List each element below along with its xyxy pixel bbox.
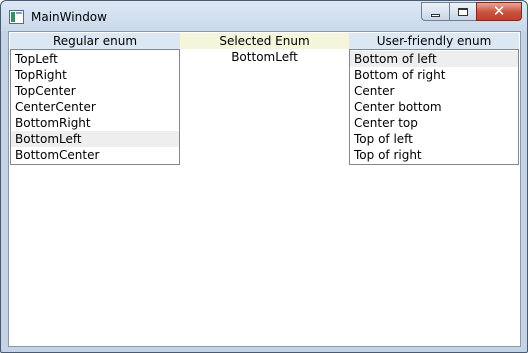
- maximize-button[interactable]: [449, 2, 476, 21]
- user-friendly-enum-column: User-friendly enum Bottom of left Bottom…: [349, 33, 519, 165]
- list-item-selected[interactable]: Bottom of left: [350, 51, 518, 67]
- main-window: MainWindow ✕ Regular enum TopLeft TopRig…: [0, 0, 528, 353]
- list-item[interactable]: Center: [350, 83, 518, 99]
- client-area: Regular enum TopLeft TopRight TopCenter …: [8, 31, 521, 347]
- minimize-icon: [431, 13, 440, 17]
- list-item[interactable]: Top of right: [350, 147, 518, 163]
- list-item[interactable]: BottomCenter: [11, 147, 179, 163]
- selected-enum-header: Selected Enum: [180, 33, 349, 49]
- list-item[interactable]: TopCenter: [11, 83, 179, 99]
- title-bar[interactable]: MainWindow ✕: [1, 1, 527, 31]
- user-friendly-enum-header: User-friendly enum: [349, 33, 519, 49]
- close-button[interactable]: ✕: [476, 2, 522, 21]
- list-item[interactable]: TopLeft: [11, 51, 179, 67]
- window-controls: ✕: [421, 2, 522, 22]
- list-item[interactable]: BottomRight: [11, 115, 179, 131]
- selected-enum-value: BottomLeft: [231, 50, 298, 64]
- selected-enum-column: Selected Enum BottomLeft: [180, 33, 349, 65]
- list-item[interactable]: Center bottom: [350, 99, 518, 115]
- user-friendly-enum-listbox[interactable]: Bottom of left Bottom of right Center Ce…: [349, 49, 519, 165]
- list-item-selected[interactable]: BottomLeft: [11, 131, 179, 147]
- regular-enum-header: Regular enum: [10, 33, 180, 49]
- list-item[interactable]: Top of left: [350, 131, 518, 147]
- app-window-icon: [9, 10, 24, 24]
- regular-enum-listbox[interactable]: TopLeft TopRight TopCenter CenterCenter …: [10, 49, 180, 165]
- regular-enum-column: Regular enum TopLeft TopRight TopCenter …: [10, 33, 180, 165]
- list-item[interactable]: TopRight: [11, 67, 179, 83]
- list-item[interactable]: Center top: [350, 115, 518, 131]
- list-item[interactable]: Bottom of right: [350, 67, 518, 83]
- window-title: MainWindow: [31, 10, 107, 24]
- close-icon: ✕: [492, 2, 506, 20]
- maximize-icon: [458, 7, 468, 16]
- minimize-button[interactable]: [421, 2, 449, 21]
- list-item[interactable]: CenterCenter: [11, 99, 179, 115]
